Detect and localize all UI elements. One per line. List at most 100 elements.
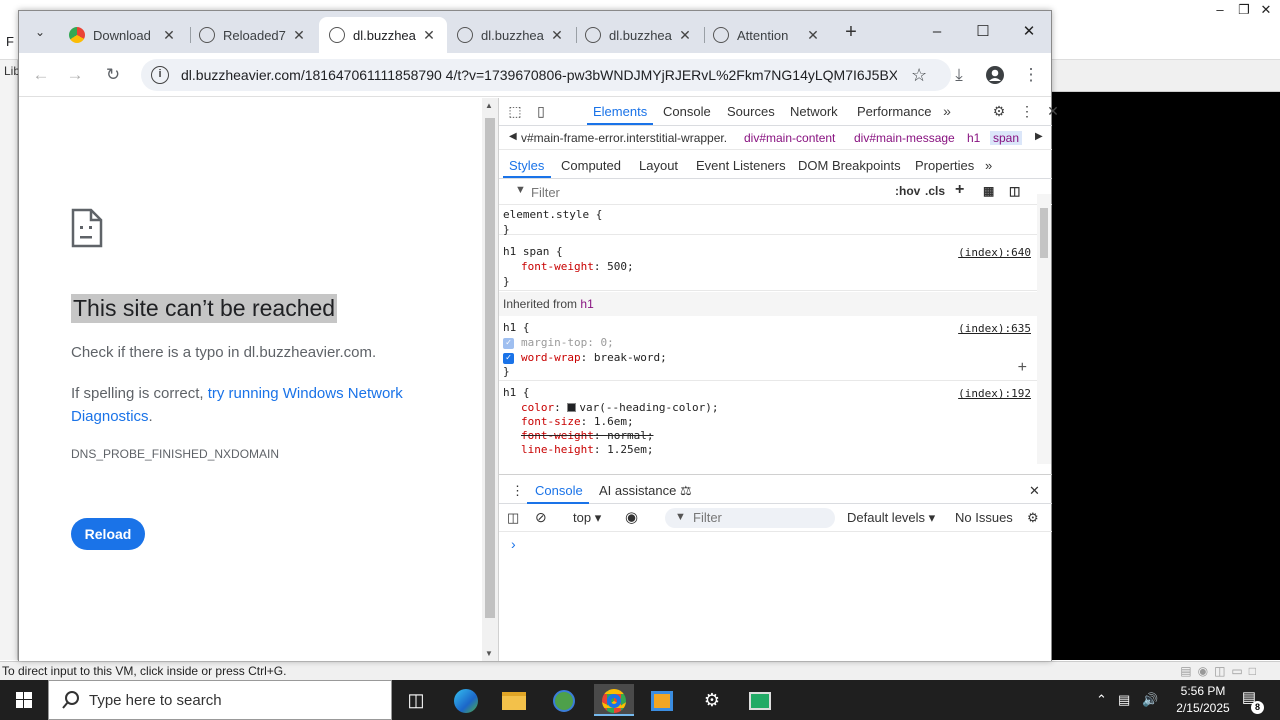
- css-declaration-disabled[interactable]: margin-top: 0;: [521, 336, 614, 349]
- tray-volume-icon[interactable]: 🔊: [1142, 692, 1158, 708]
- issues-counter[interactable]: No Issues: [955, 510, 1013, 525]
- rule-source-link[interactable]: (index):192: [958, 387, 1031, 400]
- page-scrollbar[interactable]: ▲ ▼: [482, 98, 498, 661]
- hov-toggle-button[interactable]: :hov: [895, 184, 920, 198]
- maximize-button[interactable]: ☐: [965, 19, 1001, 45]
- taskbar-search-box[interactable]: Type here to search: [48, 680, 392, 720]
- drawer-tab-console[interactable]: Console: [535, 483, 583, 498]
- console-sidebar-icon[interactable]: ◫: [507, 510, 519, 526]
- declaration-checkbox[interactable]: ✓: [503, 338, 514, 349]
- info-icon[interactable]: i: [151, 66, 169, 84]
- tab-attention[interactable]: Attention ✕: [703, 17, 831, 53]
- taskbar-search-placeholder[interactable]: Type here to search: [89, 692, 222, 709]
- more-tabs-chevron-icon[interactable]: »: [937, 103, 957, 121]
- styles-filter-input[interactable]: Filter: [531, 185, 560, 200]
- rule-source-link[interactable]: (index):635: [958, 322, 1031, 335]
- host-close-button[interactable]: ✕: [1256, 2, 1276, 20]
- close-drawer-icon[interactable]: ✕: [1029, 483, 1040, 499]
- edge-icon[interactable]: [446, 684, 486, 716]
- breadcrumb-item[interactable]: h1: [967, 131, 980, 145]
- default-levels-dropdown[interactable]: Default levels ▾: [847, 510, 935, 526]
- tab-console[interactable]: Console: [663, 104, 711, 119]
- taskbar-clock[interactable]: 5:56 PM 2/15/2025: [1166, 683, 1240, 717]
- host-maximize-button[interactable]: ❐: [1234, 2, 1254, 20]
- css-declaration[interactable]: font-weight: 500;: [521, 260, 634, 273]
- tab-buzzheavier-3[interactable]: dl.buzzhea ✕: [575, 17, 703, 53]
- minimize-button[interactable]: –: [919, 19, 955, 45]
- console-settings-gear-icon[interactable]: ⚙: [1027, 510, 1039, 526]
- new-style-rule-plus-icon[interactable]: +: [955, 181, 964, 199]
- bookmark-star-icon[interactable]: ☆: [911, 65, 927, 86]
- download-icon[interactable]: ⤓: [945, 61, 973, 89]
- breadcrumb-item[interactable]: div#main-message: [854, 131, 955, 145]
- subtab-styles[interactable]: Styles: [509, 158, 544, 173]
- tab-buzzheavier-2[interactable]: dl.buzzhea ✕: [447, 17, 575, 53]
- css-declaration[interactable]: color: var(--heading-color);: [521, 401, 718, 414]
- host-menu-file[interactable]: F: [6, 34, 14, 49]
- app-window-icon[interactable]: [740, 684, 780, 716]
- reload-icon[interactable]: ↻: [99, 61, 127, 89]
- devtools-menu-icon[interactable]: ⋮: [1017, 103, 1037, 121]
- subtab-computed[interactable]: Computed: [561, 158, 621, 173]
- close-devtools-icon[interactable]: ✕: [1043, 103, 1063, 121]
- breadcrumb-scroll-left-icon[interactable]: ◀: [509, 131, 517, 142]
- console-filter-input[interactable]: ▼ Filter: [665, 508, 835, 528]
- drawer-menu-icon[interactable]: ⋮: [511, 483, 524, 499]
- subtab-properties[interactable]: Properties: [915, 158, 974, 173]
- address-bar[interactable]: i dl.buzzheavier.com/181647061111858790 …: [141, 59, 951, 91]
- tab-close-icon[interactable]: ✕: [677, 27, 693, 44]
- styles-scroll-thumb[interactable]: [1040, 208, 1048, 258]
- page-scroll-thumb[interactable]: [485, 118, 495, 618]
- tab-close-icon[interactable]: ✕: [805, 27, 821, 44]
- tab-close-icon[interactable]: ✕: [161, 27, 177, 44]
- cls-toggle-button[interactable]: .cls: [925, 184, 945, 198]
- vm-display-area[interactable]: [1052, 92, 1280, 660]
- tab-close-icon[interactable]: ✕: [291, 27, 307, 44]
- host-minimize-button[interactable]: –: [1210, 2, 1230, 20]
- paint-brush-icon[interactable]: ▦: [983, 184, 994, 198]
- file-explorer-icon[interactable]: [494, 684, 534, 716]
- tab-active-buzzheavier[interactable]: dl.buzzhea ✕: [319, 17, 447, 53]
- css-declaration[interactable]: word-wrap: break-word;: [521, 351, 667, 364]
- console-prompt-chevron-icon[interactable]: ›: [511, 536, 516, 552]
- tab-network[interactable]: Network: [790, 104, 838, 119]
- rule-selector[interactable]: h1 span {: [503, 245, 563, 258]
- reload-button[interactable]: Reload: [71, 518, 145, 550]
- subtab-event-listeners[interactable]: Event Listeners: [696, 158, 786, 173]
- subtab-layout[interactable]: Layout: [639, 158, 678, 173]
- tab-close-icon[interactable]: ✕: [421, 27, 437, 44]
- live-expression-eye-icon[interactable]: ◉: [625, 508, 638, 526]
- new-tab-plus-icon[interactable]: +: [839, 21, 863, 45]
- device-toolbar-icon[interactable]: ▯: [531, 103, 551, 121]
- tab-reloaded[interactable]: Reloaded7 ✕: [189, 17, 317, 53]
- declaration-checkbox[interactable]: ✓: [503, 353, 514, 364]
- close-window-button[interactable]: ✕: [1011, 19, 1047, 45]
- tab-close-icon[interactable]: ✕: [549, 27, 565, 44]
- menu-kebab-icon[interactable]: ⋮: [1017, 61, 1045, 89]
- css-declaration-overridden[interactable]: font-weight: normal;: [521, 429, 653, 442]
- tab-download[interactable]: Download ✕: [59, 17, 187, 53]
- host-device-icons[interactable]: ▤◉◫▭□: [1180, 664, 1262, 678]
- settings-gear-taskbar-icon[interactable]: ⚙: [692, 684, 732, 716]
- breadcrumb-item-selected[interactable]: span: [990, 131, 1023, 145]
- styles-scrollbar[interactable]: [1037, 194, 1051, 464]
- tab-sources[interactable]: Sources: [727, 104, 775, 119]
- breadcrumb-item[interactable]: div#main-content: [744, 131, 835, 145]
- tray-network-icon[interactable]: ▤: [1118, 692, 1130, 708]
- css-declaration[interactable]: line-height: 1.25em;: [521, 443, 653, 456]
- network-globe-icon[interactable]: [544, 684, 584, 716]
- inherited-tag-link[interactable]: h1: [580, 297, 593, 311]
- rule-selector[interactable]: h1 {: [503, 321, 530, 334]
- color-swatch-icon[interactable]: [567, 403, 577, 412]
- scroll-down-arrow-icon[interactable]: ▼: [485, 649, 493, 658]
- context-selector[interactable]: top ▾: [573, 510, 601, 526]
- task-view-icon[interactable]: ◫: [396, 684, 436, 716]
- start-button[interactable]: [0, 680, 48, 720]
- chrome-taskbar-icon[interactable]: [594, 684, 634, 716]
- rule-selector[interactable]: element.style {: [503, 208, 602, 221]
- add-declaration-plus-icon[interactable]: +: [1018, 359, 1027, 377]
- back-arrow-icon[interactable]: ←: [27, 61, 55, 89]
- toggle-sidebar-icon[interactable]: ◫: [1009, 184, 1020, 198]
- inspect-element-icon[interactable]: ⬚: [505, 103, 525, 121]
- tab-search-button[interactable]: ⌄: [27, 19, 53, 45]
